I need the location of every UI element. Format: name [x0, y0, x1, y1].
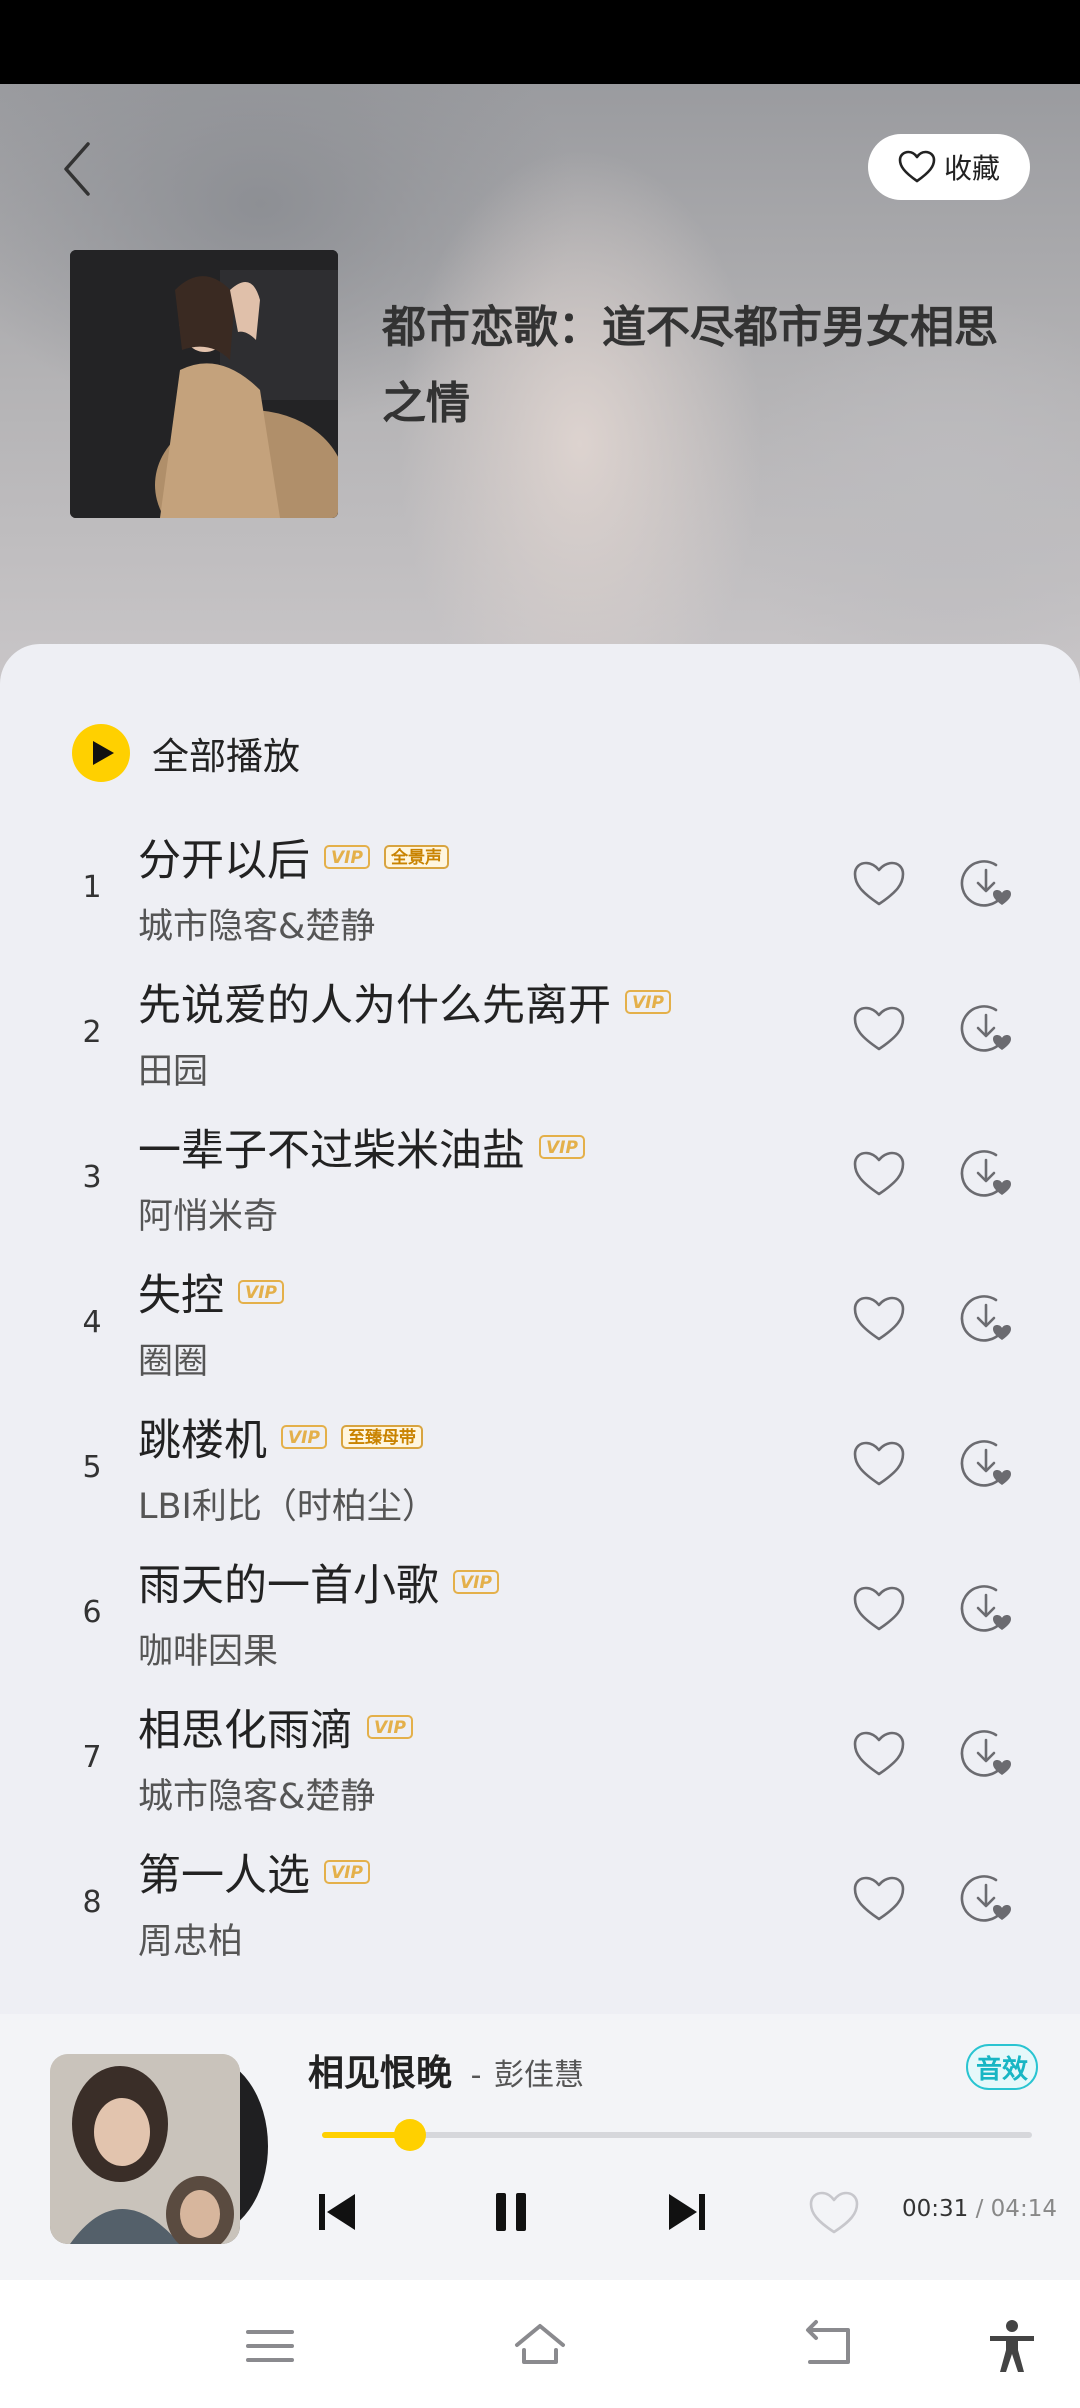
song-artist: 周忠柏 — [138, 1922, 244, 1962]
favorite-label: 收藏 — [943, 152, 1000, 185]
song-index: 7 — [82, 1740, 102, 1775]
song-index: 5 — [82, 1450, 102, 1485]
skip-previous-icon[interactable] — [307, 2182, 367, 2242]
song-row[interactable]: 5 跳楼机 VIP 至臻母带 LBI利比（时柏尘） — [0, 1410, 1080, 1555]
song-artist: 田园 — [138, 1052, 209, 1092]
sound-effect-button[interactable]: 音效 — [966, 2044, 1038, 2090]
song-artist: LBI利比（时柏尘） — [138, 1487, 437, 1527]
chevron-left-icon — [64, 142, 90, 196]
song-index: 4 — [82, 1305, 102, 1340]
song-title: 跳楼机 — [138, 1416, 267, 1466]
song-row[interactable]: 4 失控 VIP 圈圈 — [0, 1265, 1080, 1410]
status-bar — [0, 0, 1080, 84]
now-playing-title: 相见恨晚 — [308, 2053, 453, 2094]
now-playing-cover-image — [50, 2054, 240, 2244]
title-separator: - — [470, 2058, 482, 2093]
album-title: 都市恋歌：道不尽都市男女相思之情 — [382, 302, 998, 429]
play-icon — [93, 741, 114, 765]
song-list: 1 分开以后 VIP 全景声 城市隐客&楚静 2 先说爱的人为什么先离开 VIP… — [0, 830, 1080, 1990]
play-all-circle — [72, 724, 130, 782]
song-title: 雨天的一首小歌 — [138, 1561, 439, 1611]
song-title: 相思化雨滴 — [138, 1706, 353, 1756]
quality-badge: 全景声 — [383, 845, 449, 869]
progress-bar[interactable] — [322, 2119, 1032, 2151]
playback-time: 00:31 / 04:14 — [902, 2196, 1057, 2222]
vip-badge: VIP — [324, 1860, 370, 1884]
now-playing-cover[interactable] — [50, 2054, 240, 2244]
song-row[interactable]: 6 雨天的一首小歌 VIP 咖啡因果 — [0, 1555, 1080, 1700]
skip-next-icon[interactable] — [657, 2182, 717, 2242]
song-row[interactable]: 8 第一人选 VIP 周忠柏 — [0, 1845, 1080, 1990]
favorite-button[interactable]: 收藏 — [868, 134, 1030, 200]
album-header: 收藏 都市恋歌：道不尽都市男女相思之情 — [0, 84, 1080, 684]
now-playing-artist: 彭佳慧 — [493, 2058, 584, 2093]
song-artist: 圈圈 — [138, 1342, 209, 1382]
song-index: 6 — [82, 1595, 102, 1630]
song-index: 3 — [82, 1160, 102, 1195]
play-all-label: 全部播放 — [152, 735, 300, 778]
download-icon[interactable] — [958, 856, 1014, 912]
song-row[interactable]: 7 相思化雨滴 VIP 城市隐客&楚静 — [0, 1700, 1080, 1845]
song-artist: 咖啡因果 — [138, 1632, 279, 1672]
back-icon[interactable] — [798, 2318, 854, 2374]
song-title: 先说爱的人为什么先离开 — [138, 981, 611, 1031]
song-index: 1 — [82, 870, 102, 905]
time-separator: / — [975, 2196, 984, 2222]
heart-icon[interactable] — [852, 1295, 906, 1343]
song-title: 一辈子不过柴米油盐 — [138, 1126, 525, 1176]
heart-icon[interactable] — [852, 860, 906, 908]
heart-icon[interactable] — [852, 1150, 906, 1198]
album-cover[interactable] — [70, 250, 338, 518]
pause-icon[interactable] — [481, 2182, 541, 2242]
song-artist: 阿悄米奇 — [138, 1197, 279, 1237]
song-row[interactable]: 2 先说爱的人为什么先离开 VIP 田园 — [0, 975, 1080, 1120]
mini-player[interactable]: 相见恨晚 - 彭佳慧 音效 00:31 / 04:14 — [0, 2014, 1080, 2280]
heart-icon[interactable] — [852, 1585, 906, 1633]
back-button[interactable] — [58, 134, 102, 204]
vip-badge: VIP — [324, 845, 370, 869]
time-total: 04:14 — [990, 2196, 1057, 2222]
accessibility-icon[interactable] — [984, 2318, 1040, 2374]
heart-icon[interactable] — [852, 1730, 906, 1778]
download-icon[interactable] — [958, 1291, 1014, 1347]
song-index: 2 — [82, 1015, 102, 1050]
vip-badge: VIP — [281, 1425, 327, 1449]
now-playing-info: 相见恨晚 - 彭佳慧 — [308, 2044, 584, 2096]
song-title: 第一人选 — [138, 1851, 310, 1901]
vip-badge: VIP — [367, 1715, 413, 1739]
song-row[interactable]: 3 一辈子不过柴米油盐 VIP 阿悄米奇 — [0, 1120, 1080, 1265]
song-artist: 城市隐客&楚静 — [138, 907, 376, 947]
play-all-button[interactable]: 全部播放 — [72, 724, 300, 782]
song-row[interactable]: 1 分开以后 VIP 全景声 城市隐客&楚静 — [0, 830, 1080, 975]
vip-badge: VIP — [539, 1135, 585, 1159]
progress-handle[interactable] — [393, 2119, 426, 2151]
heart-icon[interactable] — [852, 1440, 906, 1488]
heart-icon[interactable] — [808, 2190, 860, 2236]
quality-badge: 至臻母带 — [340, 1425, 423, 1449]
album-cover-image — [70, 250, 338, 518]
menu-icon[interactable] — [242, 2318, 298, 2374]
song-index: 8 — [82, 1885, 102, 1920]
vip-badge: VIP — [453, 1570, 499, 1594]
song-title: 失控 — [138, 1271, 224, 1321]
heart-icon[interactable] — [852, 1875, 906, 1923]
vip-badge: VIP — [238, 1280, 284, 1304]
song-list-sheet: 全部播放 1 分开以后 VIP 全景声 城市隐客&楚静 2 先说爱的人为什么先离… — [0, 644, 1080, 2014]
download-icon[interactable] — [958, 1871, 1014, 1927]
heart-icon[interactable] — [852, 1005, 906, 1053]
download-icon[interactable] — [958, 1146, 1014, 1202]
download-icon[interactable] — [958, 1726, 1014, 1782]
home-icon[interactable] — [512, 2318, 568, 2374]
song-title: 分开以后 — [138, 836, 310, 886]
system-nav-bar — [0, 2280, 1080, 2408]
song-artist: 城市隐客&楚静 — [138, 1777, 376, 1817]
download-icon[interactable] — [958, 1436, 1014, 1492]
heart-icon — [898, 150, 936, 183]
time-current: 00:31 — [902, 2196, 969, 2222]
vip-badge: VIP — [625, 990, 671, 1014]
download-icon[interactable] — [958, 1001, 1014, 1057]
download-icon[interactable] — [958, 1581, 1014, 1637]
